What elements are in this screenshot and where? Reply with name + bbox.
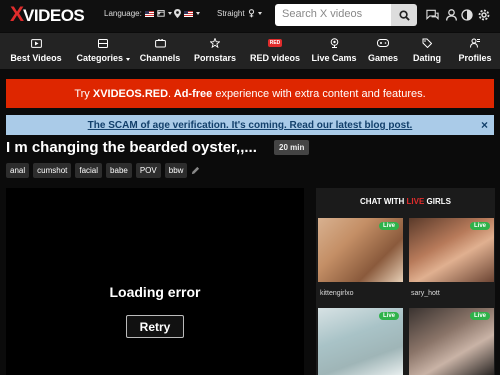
live-chat-panel: CHAT WITH LIVE GIRLS Live kittengirlxo L… <box>316 188 495 375</box>
cam-name[interactable]: kittengirlxo <box>320 290 353 297</box>
tag-pov[interactable]: POV <box>135 163 161 178</box>
play-box-icon <box>30 38 42 48</box>
live-badge: Live <box>378 222 399 230</box>
nav-dating[interactable]: Dating <box>404 33 450 69</box>
star-icon <box>209 38 221 48</box>
chevron-down-icon <box>196 12 200 15</box>
nav-label: Pornstars <box>193 53 237 63</box>
tag-anal[interactable]: anal <box>6 163 30 178</box>
edit-pencil-icon[interactable] <box>191 166 200 175</box>
theme-toggle-icon[interactable] <box>460 8 474 22</box>
main-nav: Best Videos Categories Channels Pornstar… <box>0 33 500 69</box>
region-selector[interactable] <box>174 9 200 18</box>
logo-word: VIDEOS <box>23 6 85 25</box>
promo-text: Try XVIDEOS.RED. Ad-free experience with… <box>74 87 426 100</box>
nav-label: Channels <box>139 53 181 63</box>
tv-icon <box>154 38 166 48</box>
nav-label: Categories <box>76 53 130 63</box>
profile-icon <box>469 38 481 48</box>
us-flag-icon <box>184 10 193 17</box>
logo-x: X <box>10 3 24 26</box>
tag-babe[interactable]: babe <box>106 163 132 178</box>
nav-games[interactable]: Games <box>362 33 404 69</box>
retry-button[interactable]: Retry <box>126 315 184 338</box>
calendar-icon <box>157 10 165 17</box>
country-selector[interactable] <box>157 9 172 17</box>
promo-banner[interactable]: Try XVIDEOS.RED. Ad-free experience with… <box>6 79 494 108</box>
tag-icon <box>421 38 433 48</box>
video-player[interactable]: Loading error Retry <box>6 188 304 375</box>
nav-pornstars[interactable]: Pornstars <box>186 33 244 69</box>
cam-thumbnail[interactable]: Live <box>318 218 403 282</box>
settings-icon[interactable] <box>477 8 491 22</box>
nav-label: Profiles <box>458 53 492 63</box>
cam-thumbnail[interactable]: Live <box>409 308 494 375</box>
search-icon <box>398 9 410 21</box>
nav-label: Live Cams <box>311 53 357 63</box>
video-title: I m changing the bearded oyster,,... <box>6 139 257 156</box>
chevron-down-icon <box>125 58 130 61</box>
nav-profiles[interactable]: Profiles <box>450 33 500 69</box>
duration-badge: 20 min <box>274 140 310 155</box>
chat-icon[interactable] <box>425 8 439 22</box>
error-message: Loading error <box>109 284 201 300</box>
cam-thumbnail[interactable]: Live <box>318 308 403 375</box>
nav-live-cams[interactable]: Live Cams <box>306 33 362 69</box>
webcam-icon <box>328 38 340 48</box>
us-flag-icon <box>144 10 154 17</box>
red-badge-icon: RED <box>267 39 283 47</box>
nav-label: Games <box>367 53 399 63</box>
notice-banner: The SCAM of age verification. It's comin… <box>6 115 494 135</box>
nav-categories[interactable]: Categories <box>72 33 134 69</box>
tag-facial[interactable]: facial <box>75 163 103 178</box>
nav-label: RED videos <box>249 53 300 63</box>
nav-label: Best Videos <box>10 53 62 63</box>
language-selector[interactable]: Language: <box>104 9 161 18</box>
grid-icon <box>97 38 109 48</box>
live-badge: Live <box>378 312 399 320</box>
nav-channels[interactable]: Channels <box>134 33 186 69</box>
chat-title: CHAT WITH LIVE GIRLS <box>360 197 451 206</box>
tag-cumshot[interactable]: cumshot <box>33 163 72 178</box>
chevron-down-icon <box>257 12 262 15</box>
nav-best-videos[interactable]: Best Videos <box>0 33 72 69</box>
tag-list: anal cumshot facial babe POV bbw <box>6 163 200 178</box>
language-label: Language: <box>104 9 142 18</box>
chevron-down-icon <box>168 11 172 15</box>
orientation-selector[interactable]: Straight <box>217 9 262 18</box>
cam-thumbnail[interactable]: Live <box>409 218 494 282</box>
tag-bbw[interactable]: bbw <box>164 163 188 178</box>
live-badge: Live <box>469 222 490 230</box>
user-icon[interactable] <box>444 8 458 22</box>
nav-red-videos[interactable]: RED RED videos <box>244 33 306 69</box>
gamepad-icon <box>377 38 389 48</box>
close-icon[interactable]: × <box>481 118 488 132</box>
orientation-label: Straight <box>217 9 245 18</box>
female-symbol-icon <box>248 9 254 18</box>
live-badge: Live <box>469 312 490 320</box>
cam-name[interactable]: sary_hott <box>411 290 440 297</box>
notice-link[interactable]: The SCAM of age verification. It's comin… <box>88 120 413 131</box>
top-bar: X VIDEOS Language: Straight Search X vid… <box>0 0 500 32</box>
site-logo[interactable]: X VIDEOS <box>10 3 85 26</box>
location-pin-icon <box>174 9 181 18</box>
search-input[interactable]: Search X videos <box>275 4 391 26</box>
nav-label: Dating <box>413 53 441 63</box>
search-button[interactable] <box>391 4 417 26</box>
